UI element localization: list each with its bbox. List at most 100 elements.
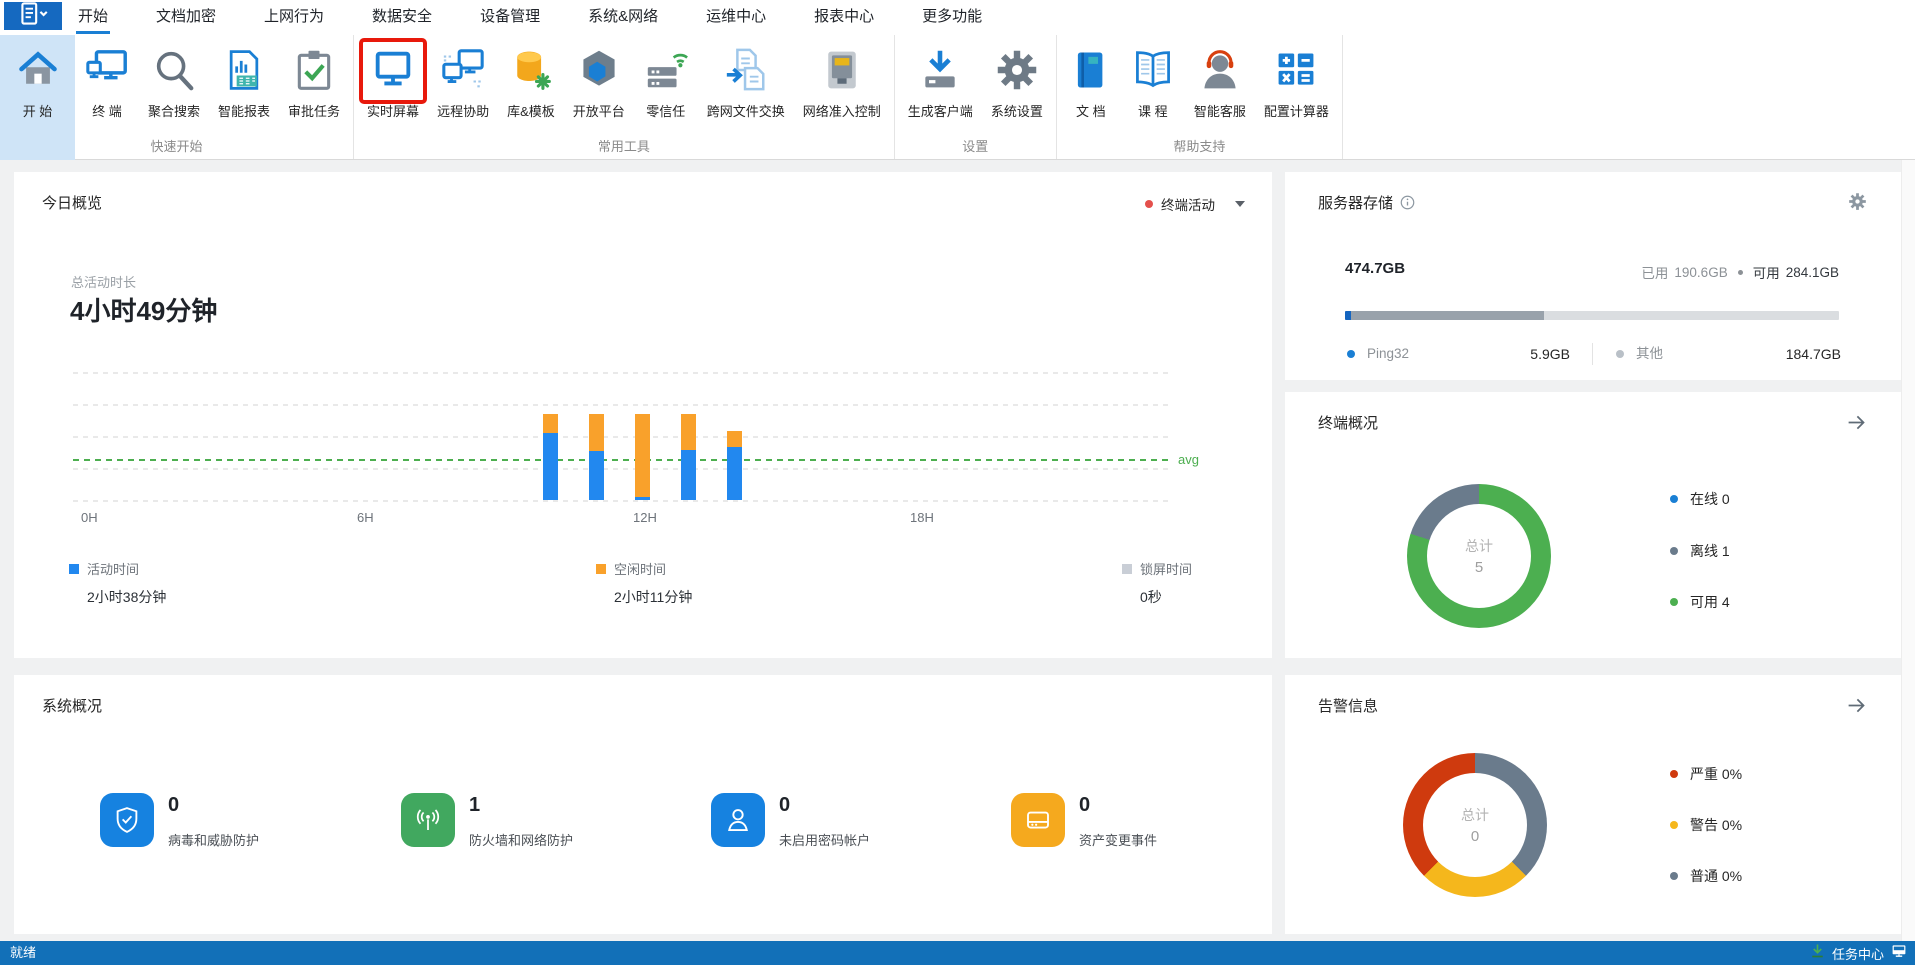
menu-tab-0[interactable]: 开始 (78, 0, 108, 35)
chart-legend-item: 活动时间2小时38分钟 (69, 559, 166, 607)
ribbon-item-course-book[interactable]: 课 程 (1121, 35, 1185, 120)
ribbon-item-zero-trust[interactable]: 零信任 (634, 35, 698, 120)
donut-center-value: 5 (1475, 559, 1483, 576)
bar-active-segment (635, 497, 650, 500)
ribbon-group-label: 常用工具 (354, 136, 894, 155)
menu-tab-8[interactable]: 更多功能 (922, 0, 982, 35)
donut-legend-item-2: 普通 0% (1670, 866, 1742, 886)
ribbon-item-label: 库&模板 (507, 101, 555, 120)
x-tick-12H: 12H (633, 510, 657, 525)
gear-icon[interactable] (1848, 192, 1867, 216)
ribbon-item-calculator[interactable]: 配置计算器 (1255, 35, 1338, 120)
menu-tab-7[interactable]: 报表中心 (814, 0, 874, 35)
ribbon-item-cross-network-exchange[interactable]: 跨网文件交换 (698, 35, 794, 120)
scrollbar-track[interactable] (1901, 160, 1915, 941)
home-icon (16, 42, 60, 98)
ribbon-group-label: 设置 (895, 136, 1056, 155)
menu-tab-2[interactable]: 上网行为 (264, 0, 324, 35)
status-ready-text: 就绪 (10, 941, 36, 965)
legend-swatch (596, 564, 606, 574)
app-menu-button[interactable] (4, 2, 62, 30)
ribbon-item-open-platform[interactable]: 开放平台 (564, 35, 634, 120)
bar-active-segment (727, 447, 742, 500)
legend-dot-other (1616, 350, 1624, 358)
system-item-count: 0 (779, 794, 870, 817)
x-tick-0H: 0H (81, 510, 98, 525)
system-item-text: 0未启用密码帐户 (779, 793, 870, 849)
ribbon-group-0: 开 始终 端聚合搜索智能报表审批任务快速开始 (0, 35, 354, 159)
legend-dot (1670, 872, 1678, 880)
system-item-count: 0 (1079, 794, 1157, 817)
avg-line-label: avg (1178, 452, 1199, 467)
ribbon-item-document-book[interactable]: 文 档 (1061, 35, 1121, 120)
task-center-button[interactable]: 任务中心 (1810, 941, 1907, 965)
storage-total: 474.7GB (1345, 260, 1405, 277)
chart-bar-12h (635, 414, 650, 500)
download-icon (1810, 943, 1825, 963)
donut-center: 总计 5 (1427, 504, 1531, 608)
panel-title: 终端概况 (1318, 412, 1378, 433)
top-tab-bar: 开始 文档加密 上网行为 数据安全 设备管理 系统&网络 运维中心 报表中心 更多功能 (0, 0, 1915, 35)
chart-gridline (73, 404, 1170, 406)
shield-check-icon (100, 793, 154, 847)
ribbon-item-label: 审批任务 (288, 101, 340, 120)
menu-tabs: 开始 文档加密 上网行为 数据安全 设备管理 系统&网络 运维中心 报表中心 更多功能 (78, 0, 982, 35)
storage-legend: Ping32 5.9GB 其他 184.7GB (1285, 342, 1901, 366)
legend-label-other: 其他 (1636, 342, 1663, 366)
ribbon-item-label: 开放平台 (573, 101, 625, 120)
panel-title: 系统概况 (42, 695, 102, 716)
ribbon-item-label: 配置计算器 (1264, 101, 1329, 120)
system-item-3: 0 资产变更事件 (1011, 793, 1157, 849)
document-book-icon (1070, 42, 1112, 98)
ribbon-item-generate-client[interactable]: 生成客户端 (899, 35, 982, 120)
menu-tab-5[interactable]: 系统&网络 (588, 0, 658, 35)
legend-label: 可用 4 (1690, 592, 1730, 612)
app-menu-icon (15, 1, 51, 32)
donut-legend-item-1: 警告 0% (1670, 815, 1742, 835)
legend-dot (1670, 495, 1678, 503)
panel-server-storage: 服务器存储 474.7GB 已用 190.6GB 可用 284.1GB Ping… (1285, 172, 1901, 380)
legend-value: 2小时38分钟 (87, 587, 166, 607)
chart-legend-item: 空闲时间2小时11分钟 (596, 559, 692, 607)
legend-value-ping32: 5.9GB (1463, 342, 1570, 366)
ribbon-item-terminal[interactable]: 终 端 (75, 35, 139, 120)
free-value: 284.1GB (1786, 265, 1839, 280)
library-template-icon (509, 42, 553, 98)
arrow-right-icon[interactable] (1846, 412, 1867, 438)
legend-label-ping32: Ping32 (1367, 342, 1409, 366)
ribbon-item-system-settings[interactable]: 系统设置 (982, 35, 1052, 120)
arrow-right-icon[interactable] (1846, 695, 1867, 721)
ribbon-item-ai-support[interactable]: 智能客服 (1185, 35, 1255, 120)
legend-dot (1670, 547, 1678, 555)
info-icon[interactable] (1400, 197, 1415, 214)
ribbon-item-library-template[interactable]: 库&模板 (498, 35, 564, 120)
chevron-down-icon (1235, 201, 1245, 207)
legend-label: 严重 0% (1690, 764, 1742, 784)
terminal-icon (84, 42, 130, 98)
menu-tab-1[interactable]: 文档加密 (156, 0, 216, 35)
menu-tab-6[interactable]: 运维中心 (706, 0, 766, 35)
system-item-1: 1防火墙和网络防护 (401, 793, 573, 849)
bar-idle-segment (543, 414, 558, 433)
chart-gridline (73, 372, 1170, 374)
live-screen-icon (370, 42, 416, 98)
ribbon-item-search[interactable]: 聚合搜索 (139, 35, 209, 120)
ribbon-item-network-access-control[interactable]: 网络准入控制 (794, 35, 890, 120)
ribbon-item-live-screen[interactable]: 实时屏幕 (358, 35, 428, 120)
menu-tab-3[interactable]: 数据安全 (372, 0, 432, 35)
legend-label: 离线 1 (1690, 541, 1730, 561)
network-access-control-icon (820, 42, 864, 98)
bar-idle-segment (681, 414, 696, 450)
ribbon-item-smart-report[interactable]: 智能报表 (209, 35, 279, 120)
legend-row: 锁屏时间 (1122, 559, 1192, 578)
menu-tab-4[interactable]: 设备管理 (480, 0, 540, 35)
system-item-label: 资产变更事件 (1079, 830, 1157, 849)
ribbon-item-remote-assist[interactable]: 远程协助 (428, 35, 498, 120)
course-book-icon (1130, 42, 1176, 98)
ribbon-item-label: 文 档 (1076, 101, 1106, 120)
ribbon-item-label: 终 端 (92, 101, 122, 120)
ribbon-item-label: 智能客服 (1194, 101, 1246, 120)
ribbon-item-approval-check[interactable]: 审批任务 (279, 35, 349, 120)
terminal-activity-filter-dropdown[interactable]: 终端活动 (1145, 194, 1245, 214)
system-item-count: 0 (168, 794, 259, 817)
